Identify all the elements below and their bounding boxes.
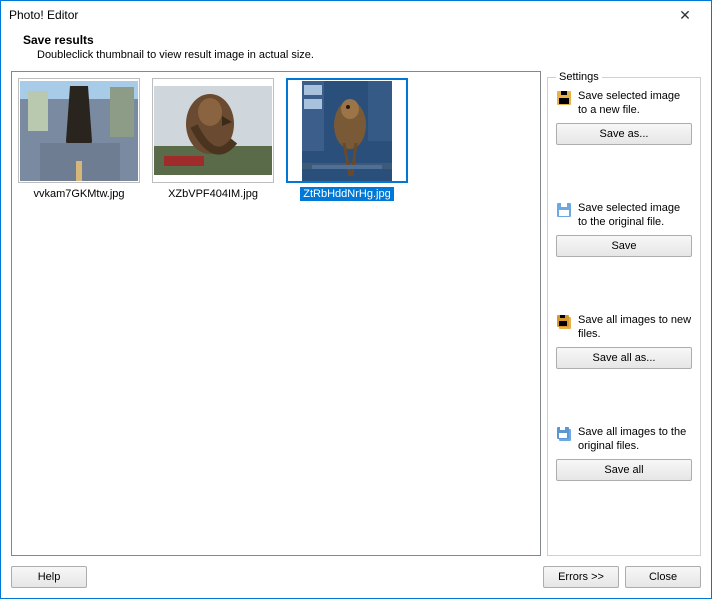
thumbnail-item[interactable]: XZbVPF404IM.jpg [152,78,274,201]
setting-text: Save selected image to the original file… [578,201,692,229]
header: Save results Doubleclick thumbnail to vi… [1,29,711,71]
page-subtitle: Doubleclick thumbnail to view result ima… [23,47,689,61]
settings-pane: Settings Save selected image to a new fi… [547,71,701,556]
thumbnail-image [154,86,272,175]
thumbnail-item[interactable]: vvkam7GKMtw.jpg [18,78,140,201]
thumbnail-image [302,81,392,181]
titlebar: Photo! Editor ✕ [1,1,711,29]
dialog-window: Photo! Editor ✕ Save results Doubleclick… [0,0,712,599]
setting-text: Save all images to new files. [578,313,692,341]
thumbnail-item[interactable]: ZtRbHddNrHg.jpg [286,78,408,201]
setting-block-save: Save selected image to the original file… [556,201,692,257]
settings-group: Settings Save selected image to a new fi… [547,71,701,556]
save-as-button[interactable]: Save as... [556,123,692,145]
thumbnail-label: vvkam7GKMtw.jpg [30,187,127,201]
floppy-saveas-icon [556,90,572,106]
setting-block-save-all-as: Save all images to new files. Save all a… [556,313,692,369]
setting-block-save-as: Save selected image to a new file. Save … [556,89,692,145]
close-icon[interactable]: ✕ [665,7,705,24]
thumbnail-frame [152,78,274,183]
footer: Help Errors >> Close [1,562,711,598]
errors-button[interactable]: Errors >> [543,566,619,588]
body: vvkam7GKMtw.jpg [1,71,711,562]
thumbnail-image [20,81,138,181]
thumbnail-frame [286,78,408,183]
floppy-multi-save-icon [556,426,572,442]
thumbnail-frame [18,78,140,183]
window-title: Photo! Editor [7,8,665,22]
setting-text: Save selected image to a new file. [578,89,692,117]
save-all-button[interactable]: Save all [556,459,692,481]
footer-spacer [93,566,537,588]
save-all-as-button[interactable]: Save all as... [556,347,692,369]
help-button[interactable]: Help [11,566,87,588]
close-button[interactable]: Close [625,566,701,588]
floppy-multi-saveas-icon [556,314,572,330]
settings-legend: Settings [556,71,602,83]
setting-block-save-all: Save all images to the original files. S… [556,425,692,481]
setting-text: Save all images to the original files. [578,425,692,453]
floppy-save-icon [556,202,572,218]
page-title: Save results [23,33,689,47]
thumbnail-label: XZbVPF404IM.jpg [165,187,261,201]
thumbnail-pane[interactable]: vvkam7GKMtw.jpg [11,71,541,556]
thumbnail-label: ZtRbHddNrHg.jpg [300,187,393,201]
save-button[interactable]: Save [556,235,692,257]
